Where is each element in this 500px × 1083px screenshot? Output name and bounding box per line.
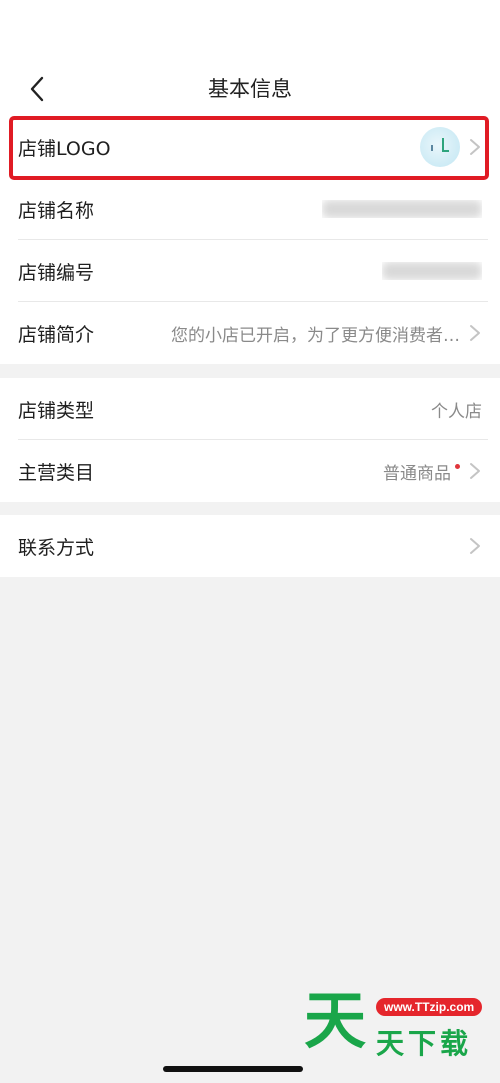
store-intro-label: 店铺简介 [18,323,95,346]
home-indicator [163,1066,303,1072]
store-intro-value: 您的小店已开启，为了更方便消费者… [171,325,460,346]
store-intro-row[interactable]: 店铺简介 您的小店已开启，为了更方便消费者… [0,302,500,364]
store-name-row: 店铺名称 [0,178,500,240]
store-name-label: 店铺名称 [18,199,95,222]
contact-label: 联系方式 [18,536,95,559]
store-number-row: 店铺编号 [0,240,500,302]
store-logo-avatar [420,127,460,167]
store-logo-row[interactable]: 店铺LOGO [0,116,500,178]
store-type-value: 个人店 [431,401,482,422]
store-type-group: 店铺类型 个人店 主营类目 普通商品 [0,378,500,502]
watermark-site-url: www.TTzip.com [376,998,483,1016]
chevron-right-icon [470,463,480,479]
navigation-bar: 基本信息 [0,0,500,116]
watermark-big-char: 天 [304,984,367,1057]
store-number-label: 店铺编号 [18,261,95,284]
store-info-group: 店铺LOGO 店铺名称 店铺编号 店铺简介 您的小店已开启，为了更方便消费者… [0,116,500,364]
notification-dot [455,463,460,469]
store-name-value-redacted [322,200,482,218]
chevron-right-icon [470,538,480,554]
store-type-row: 店铺类型 个人店 [0,378,500,440]
main-category-label: 主营类目 [18,461,95,484]
site-watermark: 天 www.TTzip.com 天下载 [302,980,500,1060]
main-category-value: 普通商品 [383,463,451,484]
contact-row[interactable]: 联系方式 [0,515,500,577]
store-logo-label: 店铺LOGO [18,137,111,160]
main-category-row[interactable]: 主营类目 普通商品 [0,440,500,502]
watermark-text: 天下载 [376,1027,473,1060]
contact-group: 联系方式 [0,515,500,577]
store-type-label: 店铺类型 [18,399,95,422]
chevron-right-icon [470,139,480,155]
store-number-value-redacted [382,262,482,280]
chevron-right-icon [470,325,480,341]
page-title: 基本信息 [208,77,292,101]
